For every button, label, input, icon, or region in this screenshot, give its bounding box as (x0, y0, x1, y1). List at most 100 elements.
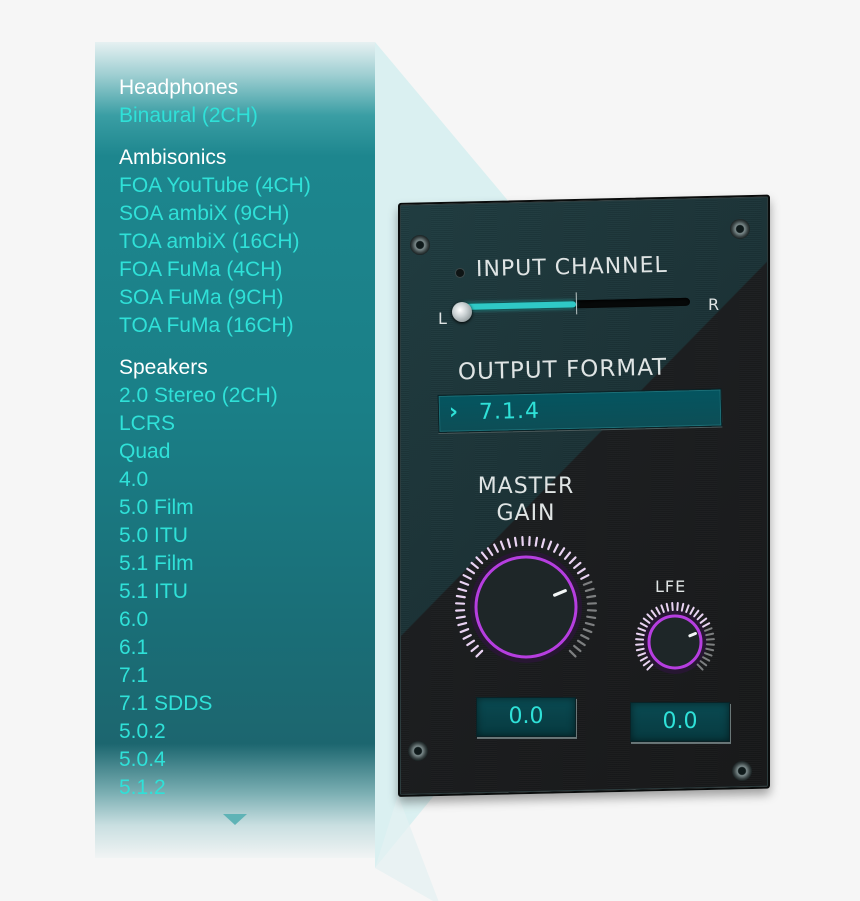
knob-tick (455, 594, 466, 599)
knob-tick (703, 652, 713, 657)
slider-right-label: R (708, 294, 721, 314)
format-list-item[interactable]: 5.0.2 (119, 718, 375, 746)
knob-tick (586, 615, 597, 620)
knob-tick (462, 574, 472, 580)
format-list-item[interactable]: 6.1 (119, 634, 375, 662)
format-list-item[interactable]: 5.0 ITU (119, 522, 375, 550)
format-list-item[interactable]: 5.0 Film (119, 494, 375, 522)
format-list-item[interactable]: 4.0 (119, 466, 375, 494)
knob-tick (576, 639, 586, 647)
knob-tick (642, 660, 651, 667)
format-list-item[interactable]: 2.0 Stereo (2CH) (119, 382, 375, 410)
master-gain-label-line1: MASTER (477, 473, 575, 499)
output-format-select[interactable]: › 7.1.4 (437, 388, 723, 433)
input-channel-slider[interactable] (461, 292, 691, 315)
knob-tick (642, 617, 651, 624)
format-group-header: Speakers (119, 356, 208, 379)
format-list-item[interactable]: 7.1 SDDS (119, 690, 375, 718)
knob-tick (558, 547, 566, 557)
knob-tick (639, 656, 648, 662)
format-list-item[interactable]: 7.1 (119, 662, 375, 690)
master-gain-knob[interactable] (446, 535, 606, 675)
knob-tick (702, 656, 711, 662)
format-list-item[interactable]: SOA FuMa (9CH) (119, 284, 375, 312)
knob-tick (573, 561, 582, 570)
output-format-value: 7.1.4 (478, 398, 541, 426)
knob-tick (563, 551, 572, 560)
knob-tick (568, 556, 577, 565)
format-list-item[interactable]: TOA ambiX (16CH) (119, 228, 375, 256)
knob-tick (466, 567, 476, 575)
format-list-item[interactable]: 5.1 Film (119, 550, 375, 578)
knob-tick (705, 632, 715, 637)
knob-body (647, 614, 703, 670)
knob-tick (655, 606, 661, 615)
knob-tick (466, 639, 476, 647)
knob-tick (513, 536, 518, 547)
lfe-value-field[interactable]: 0.0 (630, 701, 730, 742)
knob-tick (580, 574, 590, 580)
knob-tick (480, 551, 489, 560)
knob-tick (637, 627, 647, 632)
knob-tick (457, 621, 468, 627)
knob-tick (660, 604, 665, 613)
format-list-item[interactable]: LCRS (119, 410, 375, 438)
format-list-item[interactable]: FOA FuMa (4CH) (119, 256, 375, 284)
knob-tick (699, 660, 708, 667)
knob-tick (699, 617, 708, 624)
knob-tick (457, 587, 468, 593)
master-gain-label: MASTER GAIN (462, 473, 590, 527)
format-list-item[interactable]: Quad (119, 438, 375, 466)
format-list-item[interactable]: 5.0.4 (119, 746, 375, 774)
format-list-item[interactable]: FOA YouTube (4CH) (119, 172, 375, 200)
input-channel-label: INPUT CHANNEL (475, 252, 669, 283)
chevron-right-icon: › (448, 399, 459, 425)
knob-tick (547, 540, 553, 551)
knob-body (474, 555, 578, 659)
slider-fill (461, 301, 577, 310)
output-format-list[interactable]: Headphones Binaural (2CH) Ambisonics FOA Yo… (95, 42, 375, 858)
knob-tick (650, 609, 657, 618)
slider-center-tick (575, 292, 578, 315)
knob-tick (459, 628, 470, 634)
knob-tick (582, 580, 593, 586)
lfe-knob[interactable] (630, 600, 720, 680)
knob-tick (705, 647, 715, 652)
knob-tick (534, 536, 539, 547)
knob-tick (486, 547, 494, 557)
knob-tick (582, 628, 593, 634)
format-list-item[interactable]: 5.1 ITU (119, 578, 375, 606)
format-group: Headphones Binaural (2CH) (119, 74, 375, 130)
knob-tick (506, 538, 512, 549)
scroll-down-arrow-icon[interactable] (223, 814, 247, 825)
format-list-item[interactable]: SOA ambiX (9CH) (119, 200, 375, 228)
knob-tick (540, 538, 546, 549)
knob-tick (455, 615, 466, 620)
knob-tick (665, 602, 670, 612)
knob-tick (475, 556, 484, 565)
format-group: Ambisonics FOA YouTube (4CH) SOA ambiX (9C… (119, 144, 375, 340)
knob-tick (470, 561, 479, 570)
knob-tick (586, 594, 597, 599)
knob-tick (553, 543, 559, 553)
format-list-item[interactable]: 5.1.2 (119, 774, 375, 802)
format-list-item[interactable]: Binaural (2CH) (119, 102, 375, 130)
knob-tick (685, 604, 690, 613)
knob-tick (493, 543, 499, 553)
knob-tick (573, 644, 582, 653)
format-list-item[interactable]: TOA FuMa (16CH) (119, 312, 375, 340)
knob-tick (646, 663, 654, 671)
format-list-item[interactable]: 6.0 (119, 606, 375, 634)
knob-tick (576, 567, 586, 575)
knob-tick (639, 622, 648, 628)
knob-tick (568, 649, 577, 658)
format-list-content: Headphones Binaural (2CH) Ambisonics FOA Yo… (119, 74, 375, 816)
screw-icon (730, 218, 750, 239)
knob-tick (637, 652, 647, 657)
lfe-label: LFE (655, 576, 687, 596)
knob-tick (470, 644, 479, 653)
knob-tick (584, 621, 595, 627)
master-gain-value-field[interactable]: 0.0 (476, 696, 576, 737)
slider-handle[interactable] (452, 301, 472, 322)
knob-tick (475, 649, 484, 658)
